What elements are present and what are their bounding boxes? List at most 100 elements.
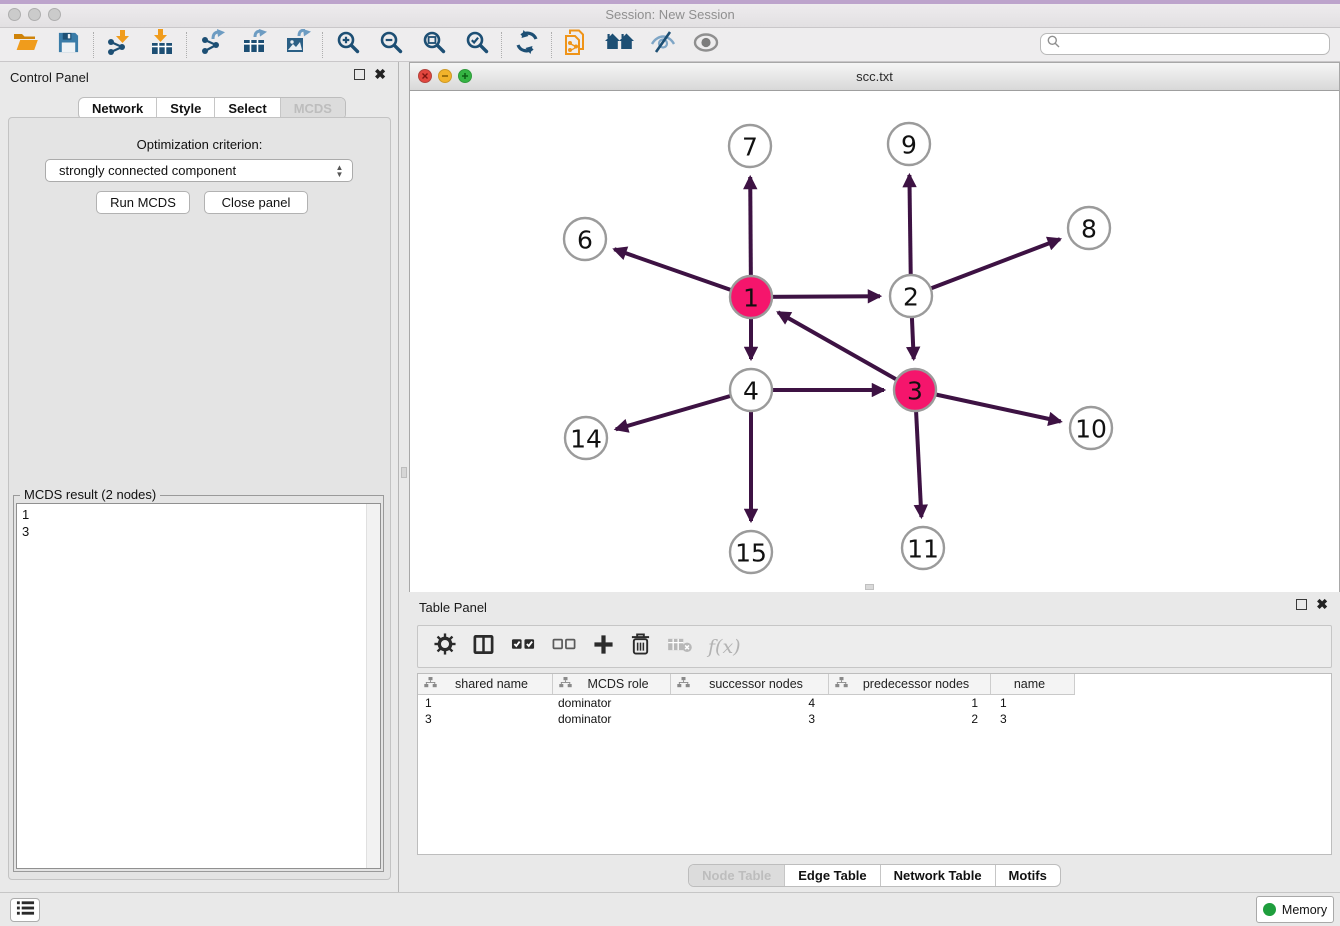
zoom-selected-button[interactable] (455, 29, 498, 61)
toolbar-separator (501, 32, 502, 58)
cell-successor-nodes: 3 (671, 712, 829, 726)
toolbar-separator (186, 32, 187, 58)
function-builder-button[interactable]: f(x) (708, 636, 741, 658)
duplicate-network-icon (564, 29, 589, 61)
table-settings-button[interactable] (434, 633, 456, 660)
search-field[interactable] (1040, 33, 1330, 55)
tab-network[interactable]: Network (79, 98, 157, 119)
list-icon (16, 900, 35, 921)
zoom-in-button[interactable] (326, 29, 369, 61)
select-all-checkboxes-button[interactable] (511, 636, 536, 657)
tree-icon (424, 677, 437, 692)
tab-motifs[interactable]: Motifs (996, 865, 1060, 886)
node-table: shared name MCDS role successor nodes pr… (417, 673, 1332, 855)
session-home-button[interactable] (598, 29, 641, 61)
export-image-icon (285, 29, 311, 60)
graph-node-label-9: 9 (901, 131, 917, 160)
column-label: shared name (437, 677, 552, 691)
columns-button[interactable] (472, 633, 495, 661)
two-houses-icon (605, 31, 634, 58)
table-row[interactable]: 1 dominator 4 1 1 (418, 695, 1331, 711)
refresh-button[interactable] (505, 29, 548, 61)
zoom-fit-button[interactable] (412, 29, 455, 61)
export-network-icon (199, 29, 225, 60)
float-panel-icon[interactable] (354, 69, 365, 80)
cell-name: 3 (991, 712, 1075, 726)
optimization-criterion-label: Optimization criterion: (9, 137, 390, 152)
cell-shared-name: 1 (418, 696, 553, 710)
column-label: name (991, 677, 1074, 691)
table-row[interactable]: 3 dominator 3 2 3 (418, 711, 1331, 727)
run-mcds-button[interactable]: Run MCDS (96, 191, 190, 214)
network-frame-title: scc.txt (410, 69, 1339, 84)
eye-slash-icon (650, 30, 676, 59)
export-network-button[interactable] (190, 29, 233, 61)
tab-select[interactable]: Select (215, 98, 280, 119)
deselect-all-checkboxes-button[interactable] (552, 636, 577, 657)
toolbar-separator (551, 32, 552, 58)
dropdown-stepper-icon: ▲▼ (333, 162, 346, 180)
save-session-button[interactable] (47, 29, 90, 61)
export-image-button[interactable] (276, 29, 319, 61)
vertical-splitter[interactable] (399, 62, 409, 892)
mcds-tab-pane: Optimization criterion: strongly connect… (8, 117, 391, 880)
network-frame-titlebar[interactable]: scc.txt (410, 63, 1339, 91)
export-table-icon (242, 29, 268, 60)
column-header-shared-name[interactable]: shared name (418, 674, 553, 694)
close-panel-icon[interactable]: ✖ (374, 69, 386, 80)
window-accent-strip (0, 0, 1340, 4)
mcds-result-group: MCDS result (2 nodes) 1 3 (13, 495, 384, 872)
tab-network-table[interactable]: Network Table (881, 865, 996, 886)
close-panel-button[interactable]: Close panel (204, 191, 308, 214)
graph-edge-3-1[interactable] (778, 312, 915, 390)
network-view-frame: scc.txt 7968124314101511 (409, 62, 1340, 592)
mcds-result-line: 1 (22, 507, 29, 522)
network-canvas[interactable]: 7968124314101511 (410, 91, 1339, 592)
mcds-result-scrollbar[interactable] (366, 504, 380, 868)
import-table-button[interactable] (140, 29, 183, 61)
zoom-selected-icon (465, 30, 489, 59)
cell-successor-nodes: 4 (671, 696, 829, 710)
open-folder-icon (13, 31, 39, 58)
splitter-handle[interactable] (401, 467, 407, 478)
show-all-button[interactable] (684, 29, 727, 61)
show-panels-button[interactable] (10, 898, 40, 922)
window-title: Session: New Session (0, 7, 1340, 22)
export-table-button[interactable] (233, 29, 276, 61)
delete-table-button[interactable] (667, 636, 692, 658)
graph-node-label-11: 11 (907, 535, 939, 564)
hide-selection-button[interactable] (641, 29, 684, 61)
memory-button[interactable]: Memory (1256, 896, 1334, 923)
mcds-result-text[interactable]: 1 3 (16, 503, 381, 869)
column-header-name[interactable]: name (991, 674, 1075, 694)
delete-column-button[interactable] (630, 632, 651, 661)
tab-node-table[interactable]: Node Table (689, 865, 785, 886)
duplicate-network-button[interactable] (555, 29, 598, 61)
graph-edge-2-8[interactable] (911, 239, 1060, 296)
add-column-button[interactable] (593, 634, 614, 660)
graph-edge-3-10[interactable] (915, 390, 1061, 422)
criterion-dropdown[interactable]: strongly connected component ▲▼ (45, 159, 353, 182)
zoom-out-button[interactable] (369, 29, 412, 61)
table-panel-title: Table Panel (419, 600, 487, 615)
horizontal-splitter-handle[interactable] (865, 584, 874, 590)
refresh-icon (515, 30, 539, 59)
import-network-button[interactable] (97, 29, 140, 61)
status-bar: Memory (0, 892, 1340, 926)
cell-mcds-role: dominator (553, 712, 671, 726)
column-label: MCDS role (572, 677, 670, 691)
tree-icon (835, 677, 848, 692)
float-panel-icon[interactable] (1296, 599, 1307, 610)
search-input[interactable] (1064, 36, 1329, 52)
tab-style[interactable]: Style (157, 98, 215, 119)
close-panel-icon[interactable]: ✖ (1316, 599, 1328, 610)
column-header-mcds-role[interactable]: MCDS role (553, 674, 671, 694)
graph-node-label-14: 14 (570, 425, 602, 454)
tab-mcds[interactable]: MCDS (281, 98, 345, 119)
open-session-button[interactable] (4, 29, 47, 61)
tab-edge-table[interactable]: Edge Table (785, 865, 880, 886)
column-header-successor-nodes[interactable]: successor nodes (671, 674, 829, 694)
cell-predecessor-nodes: 2 (829, 712, 991, 726)
cell-predecessor-nodes: 1 (829, 696, 991, 710)
column-header-predecessor-nodes[interactable]: predecessor nodes (829, 674, 991, 694)
